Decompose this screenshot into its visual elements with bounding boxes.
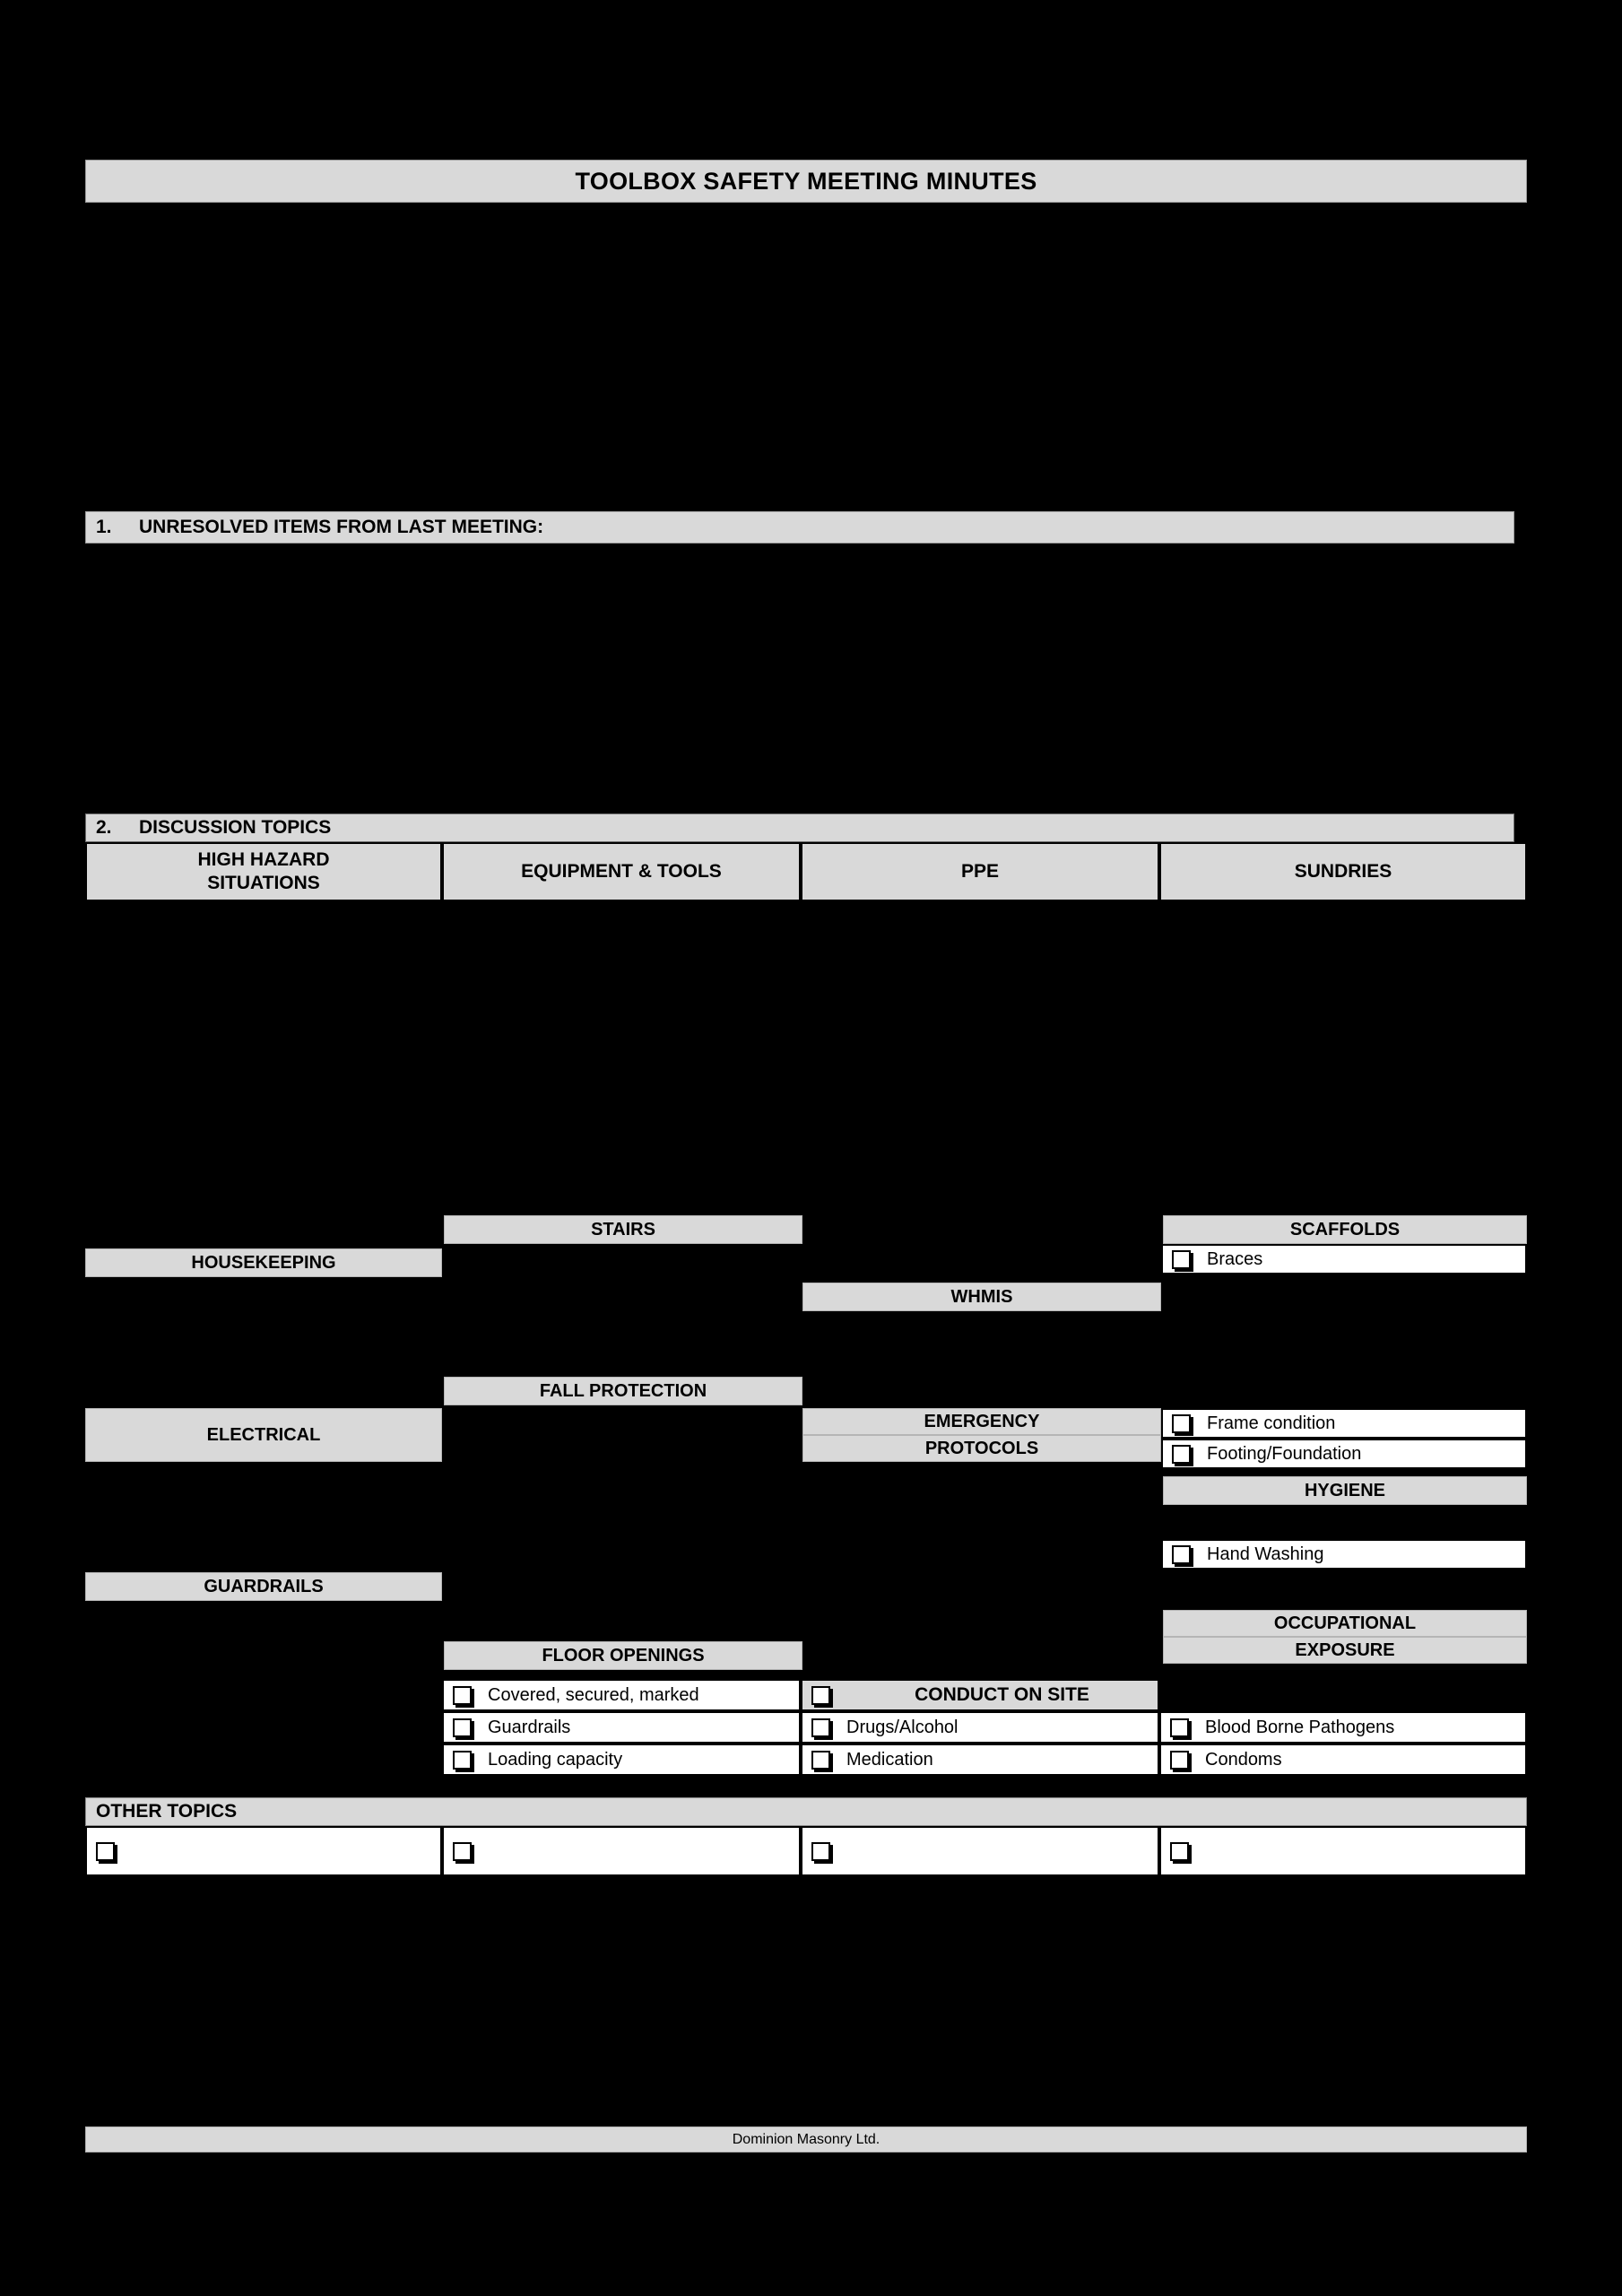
checkbox-icon[interactable]: [453, 1750, 472, 1770]
section-other-topics-header: OTHER TOPICS: [85, 1797, 1527, 1826]
checkbox-icon[interactable]: [1172, 1413, 1191, 1433]
other-topics-entry-3[interactable]: [801, 1826, 1159, 1876]
category-scaffolds: SCAFFOLDS: [1163, 1215, 1527, 1244]
checklist-item-label: Medication: [846, 1749, 933, 1770]
section-1-number: 1.: [96, 517, 112, 537]
category-hygiene: HYGIENE: [1163, 1476, 1527, 1505]
section-unresolved-items-header: 1. UNRESOLVED ITEMS FROM LAST MEETING:: [85, 511, 1514, 544]
checklist-item-conduct-on-site[interactable]: CONDUCT ON SITE: [801, 1679, 1159, 1711]
category-electrical: ELECTRICAL: [85, 1408, 442, 1462]
column-header-line-1: HIGH HAZARD: [197, 849, 330, 870]
column-header-sundries: SUNDRIES: [1159, 842, 1527, 901]
checkbox-icon[interactable]: [1170, 1718, 1189, 1737]
checkbox-icon[interactable]: [1172, 1249, 1191, 1269]
checkbox-icon[interactable]: [811, 1841, 830, 1861]
checklist-item-label: Guardrails: [488, 1717, 571, 1737]
checkbox-icon[interactable]: [811, 1685, 830, 1705]
checkbox-icon[interactable]: [453, 1841, 472, 1861]
checklist-item-condoms[interactable]: Condoms: [1159, 1744, 1527, 1776]
checklist-item-blood-borne-pathogens[interactable]: Blood Borne Pathogens: [1159, 1711, 1527, 1744]
category-occupational-exposure-line-1: OCCUPATIONAL: [1163, 1610, 1527, 1637]
checklist-item-label: Drugs/Alcohol: [846, 1717, 958, 1737]
category-floor-openings: FLOOR OPENINGS: [444, 1641, 802, 1670]
checkbox-icon[interactable]: [96, 1841, 115, 1861]
category-fall-protection: FALL PROTECTION: [444, 1377, 802, 1405]
checkbox-icon[interactable]: [1170, 1841, 1189, 1861]
checkbox-icon[interactable]: [453, 1685, 472, 1705]
checklist-item-label: Hand Washing: [1207, 1544, 1324, 1564]
category-guardrails: GUARDRAILS: [85, 1572, 442, 1601]
other-topics-entry-4[interactable]: [1159, 1826, 1527, 1876]
checkbox-icon[interactable]: [1172, 1544, 1191, 1564]
column-header-high-hazard-situations: HIGH HAZARD SITUATIONS: [85, 842, 442, 901]
column-header-ppe: PPE: [801, 842, 1159, 901]
checklist-item-hand-washing[interactable]: Hand Washing: [1161, 1539, 1527, 1570]
section-2-number: 2.: [96, 817, 112, 838]
checklist-item-frame-condition[interactable]: Frame condition: [1161, 1408, 1527, 1439]
other-topics-entry-2[interactable]: [442, 1826, 801, 1876]
category-emergency-protocols-line-2: PROTOCOLS: [802, 1435, 1161, 1462]
section-2-label: DISCUSSION TOPICS: [139, 817, 332, 838]
checklist-item-label: Frame condition: [1207, 1413, 1336, 1433]
checkbox-icon[interactable]: [453, 1718, 472, 1737]
checklist-item-braces[interactable]: Braces: [1161, 1244, 1527, 1274]
checklist-item-loading-capacity[interactable]: Loading capacity: [442, 1744, 801, 1776]
checkbox-icon[interactable]: [811, 1750, 830, 1770]
checklist-item-label: Covered, secured, marked: [488, 1684, 699, 1705]
checkbox-icon[interactable]: [811, 1718, 830, 1737]
document-page: TOOLBOX SAFETY MEETING MINUTES 1. UNRESO…: [0, 0, 1622, 2296]
category-whmis: WHMIS: [802, 1283, 1161, 1311]
checklist-item-label: Condoms: [1205, 1749, 1282, 1770]
checklist-item-guardrails[interactable]: Guardrails: [442, 1711, 801, 1744]
checkbox-icon[interactable]: [1172, 1444, 1191, 1464]
checklist-item-label: Footing/Foundation: [1207, 1443, 1362, 1464]
column-header-line-2: SITUATIONS: [207, 873, 320, 893]
category-stairs: STAIRS: [444, 1215, 802, 1244]
category-occupational-exposure-line-2: EXPOSURE: [1163, 1637, 1527, 1664]
category-housekeeping: HOUSEKEEPING: [85, 1248, 442, 1277]
other-topics-entry-1[interactable]: [85, 1826, 442, 1876]
checkbox-icon[interactable]: [1170, 1750, 1189, 1770]
section-discussion-topics-header: 2. DISCUSSION TOPICS: [85, 813, 1514, 842]
checklist-item-label: Loading capacity: [488, 1749, 623, 1770]
checklist-item-label: CONDUCT ON SITE: [915, 1684, 1089, 1705]
section-1-label: UNRESOLVED ITEMS FROM LAST MEETING:: [139, 517, 544, 537]
page-title: TOOLBOX SAFETY MEETING MINUTES: [85, 160, 1527, 203]
page-footer: Dominion Masonry Ltd.: [85, 2126, 1527, 2152]
checklist-item-label: Blood Borne Pathogens: [1205, 1717, 1395, 1737]
checklist-item-label: Braces: [1207, 1248, 1263, 1269]
column-header-equipment-and-tools: EQUIPMENT & TOOLS: [442, 842, 801, 901]
checklist-item-medication[interactable]: Medication: [801, 1744, 1159, 1776]
category-emergency-protocols-line-1: EMERGENCY: [802, 1408, 1161, 1435]
checklist-item-footing-foundation[interactable]: Footing/Foundation: [1161, 1439, 1527, 1469]
checklist-item-covered-secured-marked[interactable]: Covered, secured, marked: [442, 1679, 801, 1711]
checklist-item-drugs-alcohol[interactable]: Drugs/Alcohol: [801, 1711, 1159, 1744]
